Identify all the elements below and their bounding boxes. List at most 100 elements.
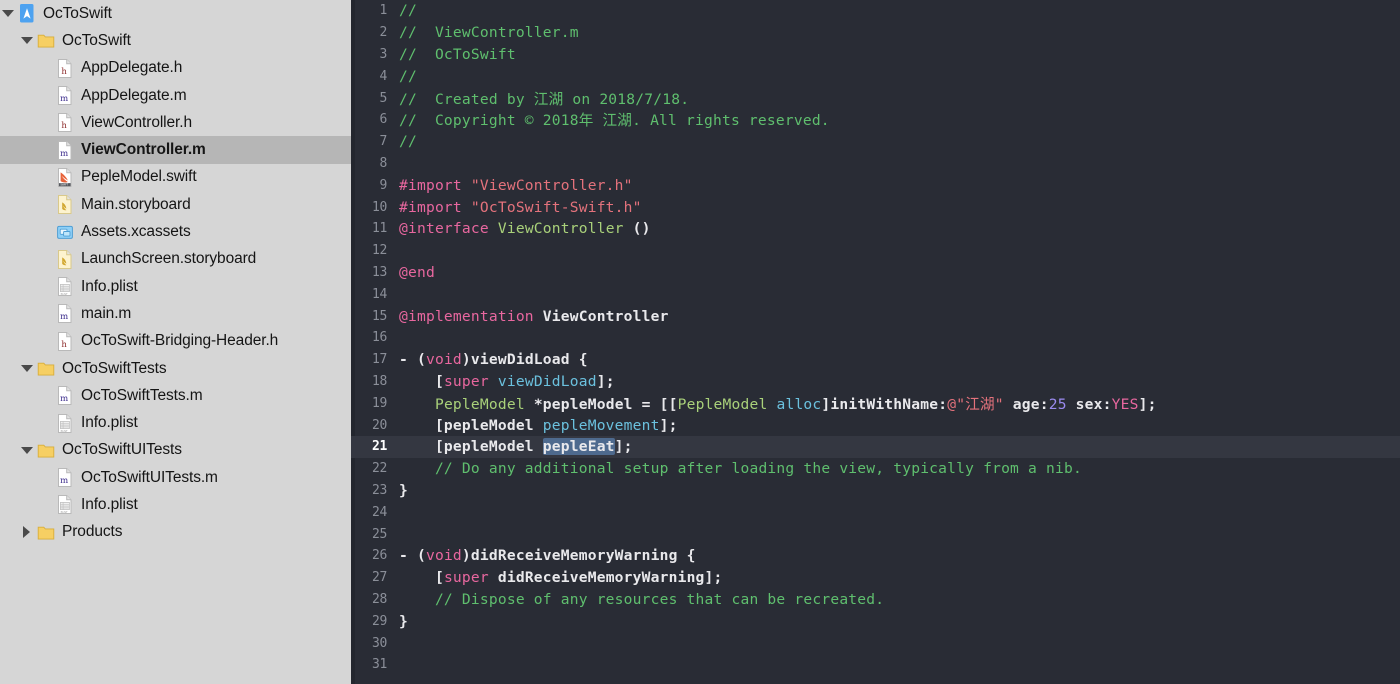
code-line[interactable]: 12	[351, 240, 1400, 262]
code-line[interactable]: 21 [pepleModel pepleEat];	[351, 435, 1400, 458]
code-line[interactable]: 25	[351, 523, 1400, 545]
navigator-item-label: LaunchScreen.storyboard	[81, 250, 257, 268]
code-line[interactable]: 26 - (void)didReceiveMemoryWarning {	[351, 545, 1400, 567]
code-line[interactable]: 23}	[351, 480, 1400, 502]
code-line[interactable]: 13 @end	[351, 262, 1400, 284]
line-number: 3	[379, 46, 387, 62]
swift-file-icon: SWIFT	[56, 167, 74, 188]
line-number: 7	[379, 134, 387, 150]
navigator-item-assets-xcassets[interactable]: Assets.xcassets	[0, 218, 351, 245]
code-token: [pepleModel	[399, 416, 543, 434]
code-line-text: #import "ViewController.h"	[395, 177, 633, 194]
chevron-down-icon[interactable]	[21, 362, 34, 375]
disclosure-spacer	[40, 89, 53, 102]
code-line[interactable]: 27 [super didReceiveMemoryWarning];	[351, 567, 1400, 589]
navigator-item-octoswift-bridging-header-h[interactable]: h OcToSwift-Bridging-Header.h	[0, 328, 351, 355]
source-code-editor[interactable]: 1 // 2 // ViewController.m 3 // OcToSwift 4 // 5…	[351, 0, 1400, 684]
line-number: 30	[371, 635, 387, 651]
line-number: 14	[371, 286, 387, 302]
navigator-item-octoswiftuitests[interactable]: OcToSwiftUITests	[0, 437, 351, 464]
navigator-item-label: OcToSwiftTests.m	[81, 386, 203, 404]
line-number: 12	[371, 243, 387, 259]
navigator-item-octoswifttests-m[interactable]: m OcToSwiftTests.m	[0, 382, 351, 409]
navigator-item-label: PepleModel.swift	[81, 168, 197, 186]
navigator-item-appdelegate-m[interactable]: m AppDelegate.m	[0, 82, 351, 109]
navigator-item-octoswift[interactable]: OcToSwift	[0, 0, 351, 27]
line-number: 28	[371, 591, 387, 607]
code-line[interactable]: 15 @implementation ViewController	[351, 305, 1400, 327]
navigator-item-main-m[interactable]: m main.m	[0, 300, 351, 327]
line-number: 22	[371, 461, 387, 477]
code-token: - (	[399, 351, 426, 369]
navigator-item-info-plist[interactable]: PLIST Info.plist	[0, 491, 351, 518]
code-token: [	[399, 372, 444, 390]
navigator-item-octoswift[interactable]: OcToSwift	[0, 27, 351, 54]
code-line[interactable]: 8	[351, 153, 1400, 175]
chevron-down-icon[interactable]	[21, 444, 34, 457]
code-line[interactable]: 17 - (void)viewDidLoad {	[351, 349, 1400, 371]
chevron-down-icon[interactable]	[21, 34, 34, 47]
header-file-icon: h	[56, 112, 74, 133]
code-line[interactable]: 31	[351, 654, 1400, 676]
navigator-item-octoswiftuitests-m[interactable]: m OcToSwiftUITests.m	[0, 464, 351, 491]
navigator-list: OcToSwift OcToSwift h AppDelegate.h m AppDele…	[0, 0, 351, 546]
code-lines-container: 1 // 2 // ViewController.m 3 // OcToSwift 4 // 5…	[351, 0, 1400, 676]
disclosure-spacer	[40, 307, 53, 320]
code-line-text: - (void)didReceiveMemoryWarning {	[395, 547, 696, 564]
code-line[interactable]: 18 [super viewDidLoad];	[351, 371, 1400, 393]
code-line[interactable]: 9 #import "ViewController.h"	[351, 174, 1400, 196]
navigator-item-info-plist[interactable]: PLIST Info.plist	[0, 409, 351, 436]
chevron-right-icon[interactable]	[21, 525, 34, 539]
navigator-item-info-plist[interactable]: PLIST Info.plist	[0, 273, 351, 300]
code-line-text: @implementation ViewController	[395, 308, 669, 325]
code-token: //	[399, 67, 417, 85]
code-token: ];	[596, 372, 615, 390]
line-number: 31	[371, 657, 387, 673]
line-number: 11	[371, 221, 387, 237]
code-line[interactable]: 5 // Created by 江湖 on 2018/7/18.	[351, 87, 1400, 109]
svg-text:PLIST: PLIST	[61, 510, 68, 514]
project-navigator[interactable]: OcToSwift OcToSwift h AppDelegate.h m AppDele…	[0, 0, 351, 684]
code-line[interactable]: 30	[351, 632, 1400, 654]
objc-file-icon: m	[56, 303, 74, 324]
navigator-item-main-storyboard[interactable]: Main.storyboard	[0, 191, 351, 218]
navigator-item-label: Info.plist	[81, 277, 138, 295]
code-line[interactable]: 3 // OcToSwift	[351, 44, 1400, 66]
code-line[interactable]: 22 // Do any additional setup after load…	[351, 458, 1400, 480]
code-line[interactable]: 28 // Dispose of any resources that can …	[351, 589, 1400, 611]
code-line[interactable]: 24	[351, 501, 1400, 523]
code-line[interactable]: 1 //	[351, 0, 1400, 22]
code-token: @interface	[399, 220, 498, 238]
line-number: 2	[379, 25, 387, 41]
code-line[interactable]: 2 // ViewController.m	[351, 22, 1400, 44]
disclosure-spacer	[40, 198, 53, 211]
code-line[interactable]: 10 #import "OcToSwift-Swift.h"	[351, 196, 1400, 218]
code-token: #import	[399, 198, 471, 216]
line-number: 27	[371, 570, 387, 586]
code-token: didReceiveMemoryWarning];	[488, 569, 723, 587]
code-line[interactable]: 16	[351, 327, 1400, 349]
code-line[interactable]: 6 // Copyright © 2018年 江湖. All rights res…	[351, 109, 1400, 131]
code-line[interactable]: 4 //	[351, 65, 1400, 87]
code-line-text: [pepleModel pepleEat];	[395, 438, 633, 456]
code-token: // Copyright © 2018年 江湖. All rights rese…	[399, 112, 830, 130]
navigator-item-viewcontroller-m[interactable]: m ViewController.m	[0, 136, 351, 164]
code-token: PepleModel	[677, 395, 768, 413]
code-line[interactable]: 20 [pepleModel pepleMovement];	[351, 414, 1400, 436]
code-line[interactable]: 14	[351, 283, 1400, 305]
code-token: // Do any additional setup after loading…	[399, 460, 1082, 478]
code-line[interactable]: 7 //	[351, 131, 1400, 153]
code-token: // ViewController.m	[399, 24, 579, 42]
code-token: "OcToSwift-Swift.h"	[470, 198, 642, 216]
navigator-item-launchscreen-storyboard[interactable]: LaunchScreen.storyboard	[0, 246, 351, 273]
code-line[interactable]: 19 PepleModel *pepleModel = [[PepleModel…	[351, 392, 1400, 414]
navigator-item-appdelegate-h[interactable]: h AppDelegate.h	[0, 55, 351, 82]
code-line[interactable]: 29}	[351, 610, 1400, 632]
chevron-down-icon[interactable]	[2, 7, 15, 20]
navigator-item-viewcontroller-h[interactable]: h ViewController.h	[0, 109, 351, 136]
navigator-item-octoswifttests[interactable]: OcToSwiftTests	[0, 355, 351, 382]
navigator-item-products[interactable]: Products	[0, 519, 351, 546]
navigator-item-peplemodel-swift[interactable]: SWIFT PepleModel.swift	[0, 164, 351, 191]
code-line[interactable]: 11 @interface ViewController ()	[351, 218, 1400, 240]
code-line-text: PepleModel *pepleModel = [[PepleModel al…	[395, 393, 1157, 414]
